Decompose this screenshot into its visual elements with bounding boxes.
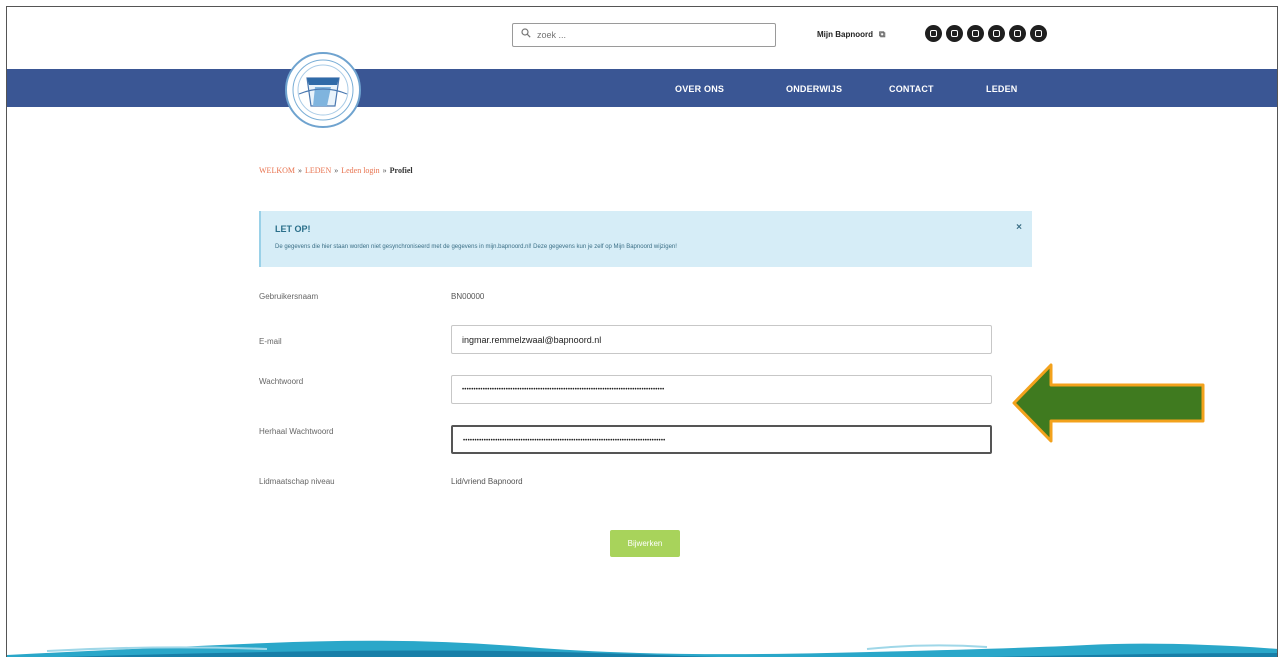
instagram-icon[interactable] bbox=[946, 25, 963, 42]
password-field[interactable] bbox=[451, 375, 992, 404]
breadcrumb-separator: » bbox=[334, 166, 339, 175]
membership-value: Lid/vriend Bapnoord bbox=[451, 477, 523, 486]
wave-decoration bbox=[7, 640, 1277, 657]
breadcrumb: WELKOM» LEDEN» Leden login» Profiel bbox=[259, 166, 413, 175]
alert-body: De gegevens die hier staan worden niet g… bbox=[275, 244, 677, 250]
email-input[interactable] bbox=[462, 333, 982, 347]
linkedin-icon[interactable] bbox=[988, 25, 1005, 42]
breadcrumb-leden-login[interactable]: Leden login bbox=[341, 166, 379, 175]
breadcrumb-welkom[interactable]: WELKOM bbox=[259, 166, 295, 175]
repeat-password-label: Herhaal Wachtwoord bbox=[259, 427, 334, 436]
mijn-bapnoord-label: Mijn Bapnoord bbox=[817, 30, 873, 39]
update-button[interactable]: Bijwerken bbox=[610, 530, 680, 557]
breadcrumb-leden[interactable]: LEDEN bbox=[305, 166, 331, 175]
close-icon[interactable]: × bbox=[1016, 222, 1022, 233]
email-field[interactable] bbox=[451, 325, 992, 354]
username-label: Gebruikersnaam bbox=[259, 292, 319, 301]
breadcrumb-current: Profiel bbox=[389, 166, 413, 175]
mijn-bapnoord-link[interactable]: Mijn Bapnoord ⧉ bbox=[817, 29, 885, 40]
alert-notice: LET OP! De gegevens die hier staan worde… bbox=[259, 211, 1032, 267]
mail-icon[interactable] bbox=[1030, 25, 1047, 42]
alert-title: LET OP! bbox=[275, 224, 311, 234]
membership-label: Lidmaatschap niveau bbox=[259, 477, 335, 486]
search-box[interactable] bbox=[512, 23, 776, 47]
annotation-arrow-icon bbox=[1012, 363, 1205, 443]
search-icon bbox=[521, 28, 531, 38]
nav-item-leden[interactable]: LEDEN bbox=[986, 84, 1018, 94]
twitter-icon[interactable] bbox=[1009, 25, 1026, 42]
nav-item-contact[interactable]: CONTACT bbox=[889, 84, 934, 94]
repeat-password-input[interactable] bbox=[463, 434, 983, 448]
password-label: Wachtwoord bbox=[259, 377, 304, 386]
external-link-icon: ⧉ bbox=[879, 29, 886, 39]
facebook-icon[interactable] bbox=[925, 25, 942, 42]
site-logo[interactable] bbox=[285, 52, 361, 128]
social-links bbox=[925, 25, 1047, 42]
breadcrumb-separator: » bbox=[298, 166, 302, 175]
youtube-icon[interactable] bbox=[967, 25, 984, 42]
email-label: E-mail bbox=[259, 337, 282, 346]
search-input[interactable] bbox=[537, 26, 767, 44]
username-value: BN00000 bbox=[451, 292, 485, 301]
logo-icon bbox=[292, 59, 354, 121]
nav-item-onderwijs[interactable]: ONDERWIJS bbox=[786, 84, 842, 94]
password-input[interactable] bbox=[462, 383, 982, 397]
main-navigation: OVER ONS ONDERWIJS CONTACT LEDEN bbox=[7, 69, 1277, 107]
repeat-password-field[interactable] bbox=[451, 425, 992, 454]
breadcrumb-separator: » bbox=[382, 166, 387, 175]
browser-frame: Mijn Bapnoord ⧉ OVER ONS ONDERWIJS CONTAC… bbox=[6, 6, 1278, 657]
nav-item-over-ons[interactable]: OVER ONS bbox=[675, 84, 724, 94]
